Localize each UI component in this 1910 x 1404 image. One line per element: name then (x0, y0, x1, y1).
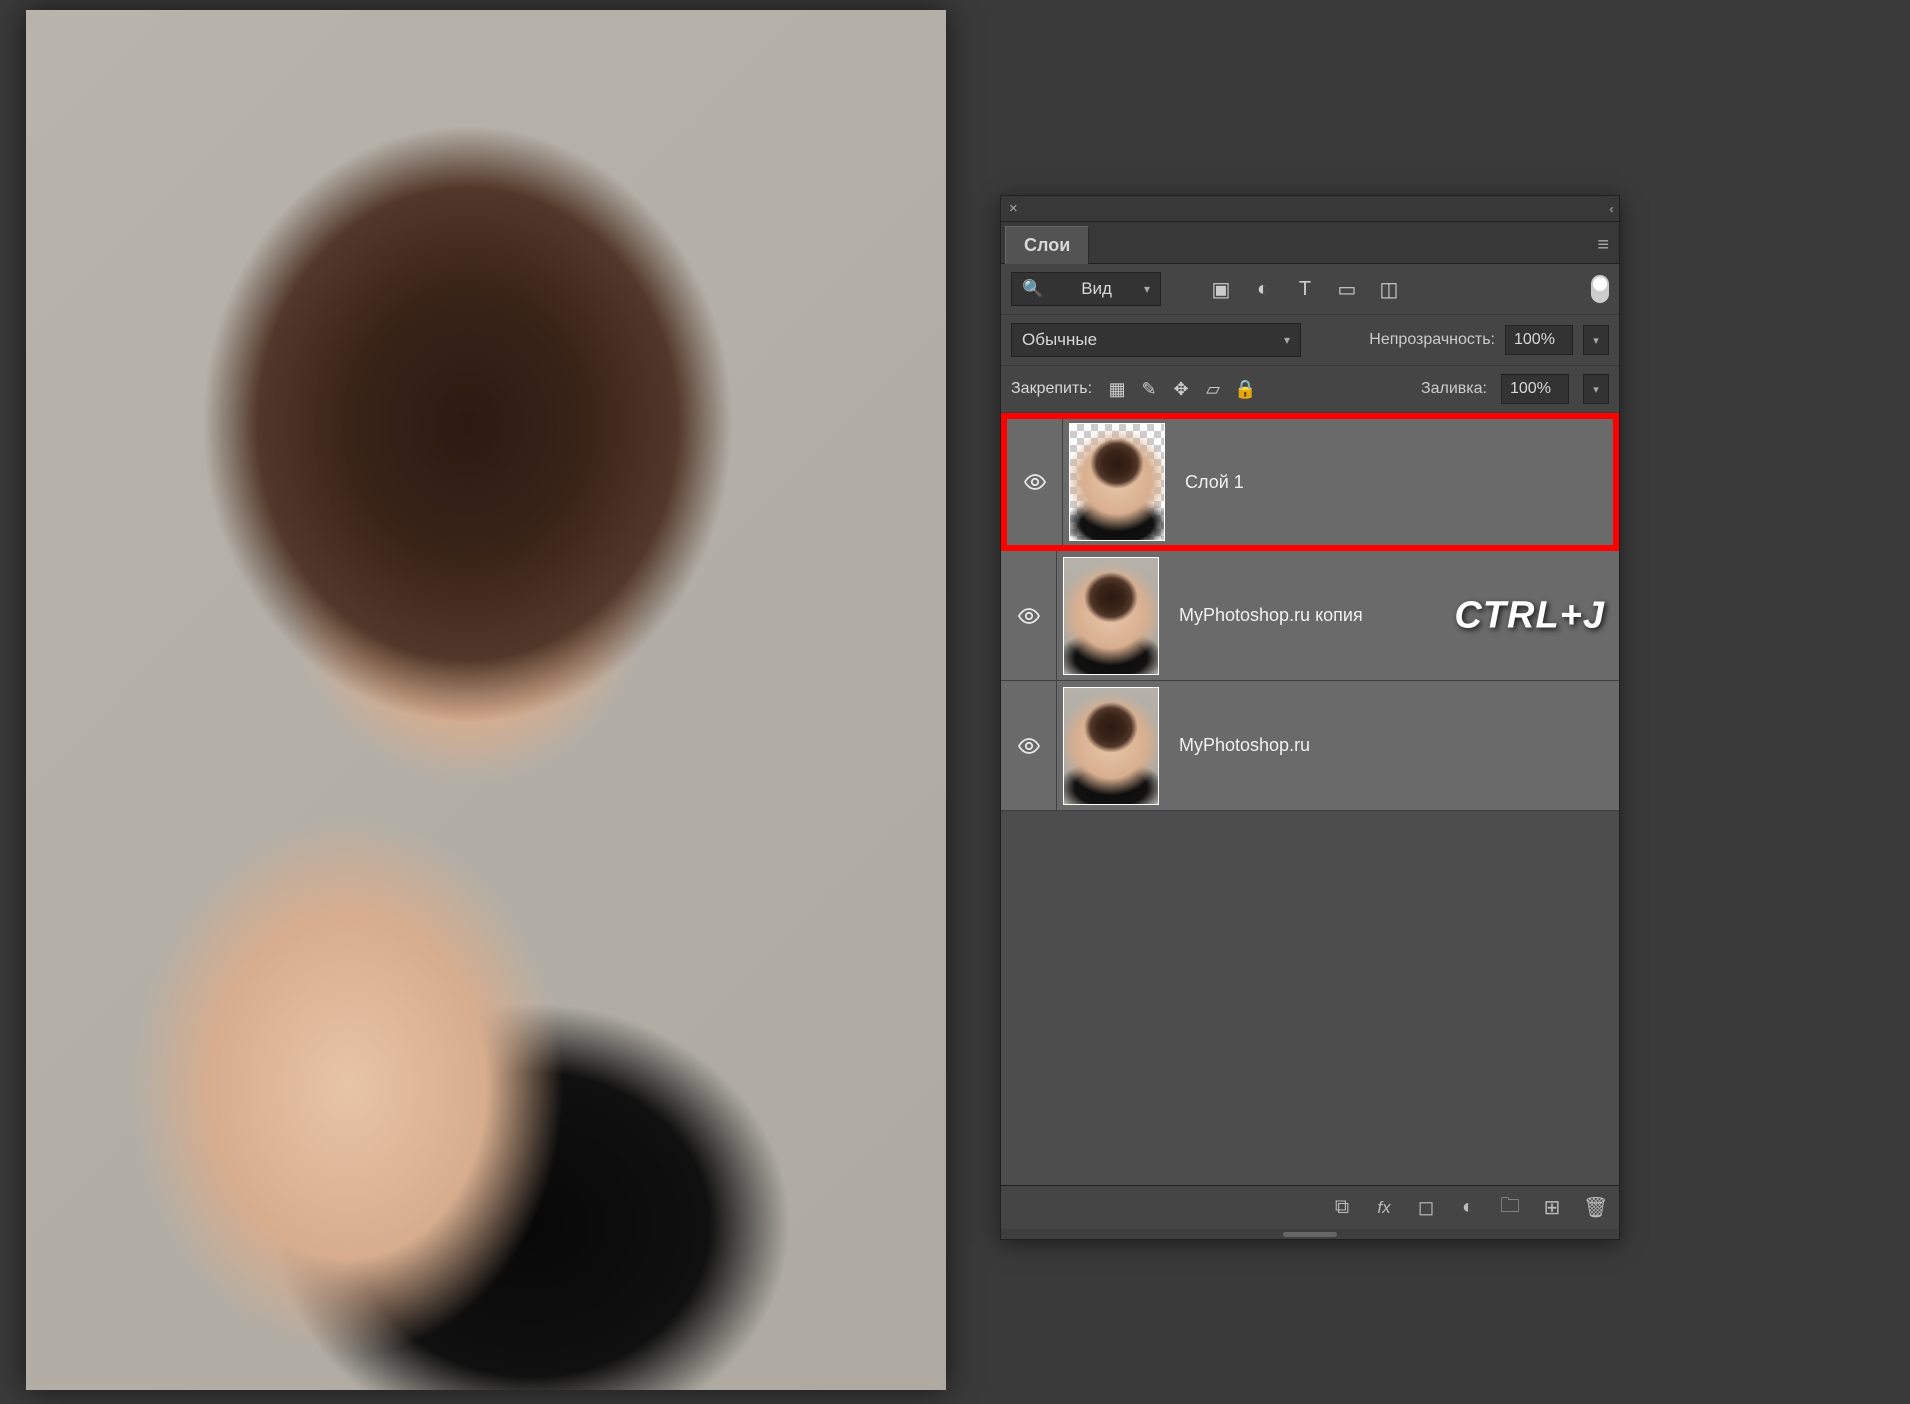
blend-opacity-row: Обычные ▾ Непрозрачность: 100% ▾ (1001, 315, 1619, 366)
lock-all-icon[interactable]: 🔒 (1234, 379, 1256, 400)
canvas-image (26, 10, 946, 1390)
fill-value[interactable]: 100% (1501, 374, 1569, 404)
visibility-toggle[interactable] (1001, 681, 1057, 810)
opacity-stepper[interactable]: ▾ (1583, 325, 1609, 355)
layer-thumbnail[interactable] (1069, 423, 1165, 541)
filter-icons: ▣ ◐ T ▭ ◫ (1211, 277, 1399, 302)
search-icon: 🔍 (1022, 279, 1043, 299)
lock-artboard-icon[interactable]: ▱ (1202, 379, 1224, 400)
blend-mode-label: Обычные (1022, 330, 1097, 350)
shortcut-hint: CTRL+J (1454, 594, 1605, 637)
eye-icon (1017, 734, 1041, 758)
panel-tabs: Слои ≡ (1001, 222, 1619, 264)
layer-row-3[interactable]: MyPhotoshop.ru (1001, 681, 1619, 811)
layer-list[interactable]: Слой 1 MyPhotoshop.ru копия CTRL+J MyPho… (1001, 413, 1619, 1185)
opacity-value[interactable]: 100% (1505, 325, 1573, 355)
mask-icon[interactable]: ◻ (1415, 1195, 1437, 1220)
lock-icons: ▦ ✎ ✥ ▱ 🔒 (1106, 379, 1256, 400)
link-icon[interactable]: ⧉ (1331, 1196, 1353, 1219)
shape-filter-icon[interactable]: ▭ (1337, 277, 1357, 302)
filter-kind-label: Вид (1081, 279, 1112, 299)
chevron-down-icon: ▾ (1144, 282, 1150, 296)
type-filter-icon[interactable]: T (1295, 278, 1315, 301)
close-icon[interactable]: × (1009, 200, 1018, 217)
blend-mode-select[interactable]: Обычные ▾ (1011, 323, 1301, 357)
fx-icon[interactable]: fx (1373, 1198, 1395, 1218)
layer-name[interactable]: MyPhotoshop.ru копия (1179, 605, 1363, 626)
layer-thumbnail[interactable] (1063, 557, 1159, 675)
layer-thumbnail[interactable] (1063, 687, 1159, 805)
collapse-icon[interactable]: ‹‹ (1609, 202, 1611, 216)
lock-label: Закрепить: (1011, 380, 1092, 398)
panel-footer: ⧉ fx ◻ ◐ 🗀 ⊞ 🗑 (1001, 1185, 1619, 1229)
panel-titlebar[interactable]: × ‹‹ (1001, 196, 1619, 222)
lock-fill-row: Закрепить: ▦ ✎ ✥ ▱ 🔒 Заливка: 100% ▾ (1001, 366, 1619, 413)
new-layer-icon[interactable]: ⊞ (1541, 1195, 1563, 1220)
smartobj-filter-icon[interactable]: ◫ (1379, 277, 1399, 302)
layer-row-1[interactable]: Слой 1 (1001, 413, 1619, 551)
layer-name[interactable]: Слой 1 (1185, 472, 1244, 493)
eye-icon (1017, 604, 1041, 628)
trash-icon[interactable]: 🗑 (1583, 1195, 1605, 1220)
tab-layers-label: Слои (1024, 235, 1070, 256)
opacity-label: Непрозрачность: (1369, 331, 1495, 349)
layers-panel: × ‹‹ Слои ≡ Вид 🔍 ▾ ▣ ◐ T ▭ ◫ Обычные ▾ … (1000, 195, 1620, 1240)
panel-menu-icon[interactable]: ≡ (1597, 234, 1619, 263)
image-filter-icon[interactable]: ▣ (1211, 277, 1231, 302)
filter-kind-select[interactable]: Вид 🔍 ▾ (1011, 272, 1161, 306)
adjustment-filter-icon[interactable]: ◐ (1253, 278, 1273, 301)
lock-position-icon[interactable]: ✥ (1170, 379, 1192, 400)
layer-name[interactable]: MyPhotoshop.ru (1179, 735, 1310, 756)
adjustment-icon[interactable]: ◐ (1457, 1196, 1479, 1219)
lock-pixels-icon[interactable]: ▦ (1106, 379, 1128, 400)
document-canvas[interactable] (26, 10, 946, 1390)
lock-brush-icon[interactable]: ✎ (1138, 379, 1160, 400)
layer-row-2[interactable]: MyPhotoshop.ru копия CTRL+J (1001, 551, 1619, 681)
layer-filter-row: Вид 🔍 ▾ ▣ ◐ T ▭ ◫ (1001, 264, 1619, 315)
tab-layers[interactable]: Слои (1005, 226, 1089, 264)
folder-icon[interactable]: 🗀 (1499, 1191, 1521, 1225)
filter-toggle[interactable] (1591, 275, 1609, 303)
eye-icon (1023, 470, 1047, 494)
fill-label: Заливка: (1421, 380, 1487, 398)
fill-value-text: 100% (1510, 380, 1551, 398)
fill-stepper[interactable]: ▾ (1583, 374, 1609, 404)
chevron-down-icon: ▾ (1284, 333, 1290, 347)
panel-resize-handle[interactable] (1001, 1229, 1619, 1239)
opacity-value-text: 100% (1514, 331, 1555, 349)
visibility-toggle[interactable] (1007, 419, 1063, 545)
visibility-toggle[interactable] (1001, 551, 1057, 680)
